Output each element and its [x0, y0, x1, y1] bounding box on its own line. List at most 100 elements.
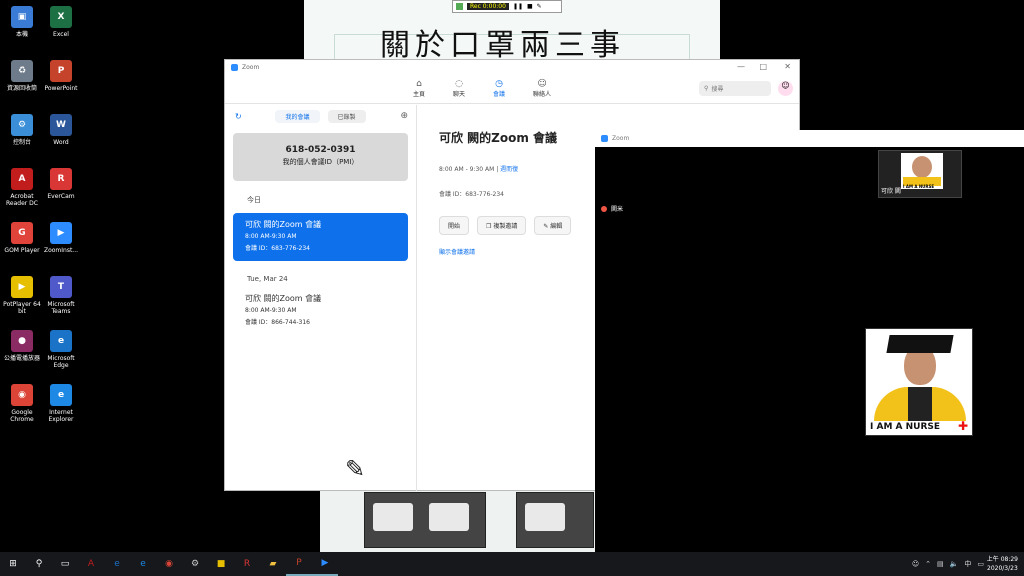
clock[interactable]: 上午 08:29 2020/3/23 — [987, 555, 1018, 573]
pen-icon[interactable]: ✎ — [537, 3, 542, 10]
desktop-icon[interactable]: ▶ PotPlayer 64 bit — [0, 276, 44, 315]
mask-photo — [516, 492, 594, 548]
recording-timer: Rec 0:00:00 — [467, 3, 509, 10]
desktop-icon[interactable]: ● 公播電播放器 — [0, 330, 44, 362]
desktop-icon[interactable]: G GOM Player — [0, 222, 44, 254]
chevron-up-icon[interactable]: ⌃ — [925, 560, 931, 568]
desktop-icon[interactable]: X Excel — [39, 6, 83, 38]
stop-icon[interactable]: ■ — [527, 3, 533, 10]
taskbar-evercam[interactable]: R — [234, 552, 260, 576]
desktop-icon[interactable]: ◉ Google Chrome — [0, 384, 44, 423]
meeting-titlebar: Zoom — [595, 130, 1024, 147]
desktop-icon-label: Microsoft Edge — [47, 355, 75, 369]
taskbar-sticky[interactable]: ■ — [208, 552, 234, 576]
sidebar-header: ↻ 我的會議 已錄製 ⊕ — [225, 105, 416, 127]
tab-label: 會議 — [493, 91, 506, 98]
edit-label: 編輯 — [550, 223, 563, 230]
taskbar-chrome[interactable]: ◉ — [156, 552, 182, 576]
taskbar-acrobat[interactable]: A — [78, 552, 104, 576]
participant-name: 可欣 闕 — [881, 188, 901, 195]
start-button[interactable]: 開始 — [439, 216, 470, 235]
clock-icon: ◷ — [495, 79, 503, 89]
notification-icon[interactable]: ▭ — [977, 560, 984, 568]
desktop-icon[interactable]: T Microsoft Teams — [39, 276, 83, 315]
taskbar-zoom[interactable]: ▶ — [312, 552, 338, 576]
desktop-icon[interactable]: ▶ ZoomInst... — [39, 222, 83, 254]
desktop-icon[interactable]: W Word — [39, 114, 83, 146]
detail-recurring: 週而復 — [500, 166, 519, 173]
pmi-number: 618-052-0391 — [285, 145, 356, 155]
tab-label: 聯絡人 — [533, 91, 552, 98]
app-icon: ▶ — [11, 276, 33, 298]
meeting-item[interactable]: 可欣 闕的Zoom 會議 8:00 AM-9:30 AM 會議 ID：866-7… — [233, 287, 408, 335]
people-icon[interactable]: ☺ — [912, 560, 919, 568]
network-icon[interactable]: ▤ — [937, 560, 944, 568]
maximize-icon[interactable]: □ — [759, 62, 767, 71]
tab-home[interactable]: ⌂ 主頁 — [413, 74, 425, 103]
edit-button[interactable]: ✎ 編輯 — [534, 216, 572, 235]
search-placeholder: 搜尋 — [711, 86, 724, 93]
refresh-icon[interactable]: ↻ — [235, 112, 242, 121]
pmi-label: 我的個人會議ID（PMI） — [282, 158, 359, 166]
taskbar-settings[interactable]: ⚙ — [182, 552, 208, 576]
participant-thumbnail[interactable]: I AM A NURSE 可欣 闕 — [878, 150, 962, 198]
start-button[interactable]: ⊞ — [0, 552, 26, 576]
add-meeting-icon[interactable]: ⊕ — [400, 111, 408, 121]
pause-icon[interactable]: ❚❚ — [513, 3, 523, 10]
volume-icon[interactable]: 🔈 — [950, 560, 959, 568]
zoom-titlebar: Zoom — [225, 60, 799, 74]
search-icon: ⚲ — [704, 85, 709, 92]
record-status-icon — [456, 3, 463, 10]
tab-chat[interactable]: ◌ 聊天 — [453, 74, 465, 103]
pmi-card[interactable]: 618-052-0391 我的個人會議ID（PMI） — [233, 133, 408, 181]
avatar[interactable]: ☺ — [778, 81, 793, 96]
taskbar-ie[interactable]: e — [130, 552, 156, 576]
taskbar-explorer[interactable]: ▰ — [260, 552, 286, 576]
app-icon: X — [50, 6, 72, 28]
desktop-icon[interactable]: ♻ 資源回收筒 — [0, 60, 44, 92]
tab-upcoming[interactable]: 我的會議 — [275, 109, 320, 123]
copy-invite-button[interactable]: ❐ 複製邀請 — [477, 216, 527, 235]
clock-date: 2020/3/23 — [987, 565, 1018, 572]
day-label-date: Tue, Mar 24 — [247, 275, 288, 283]
desktop-icon-label: PotPlayer 64 bit — [3, 301, 41, 315]
desktop-icon[interactable]: ⚙ 控制台 — [0, 114, 44, 146]
app-icon: e — [50, 384, 72, 406]
desktop-icon[interactable]: ▣ 本機 — [0, 6, 44, 38]
task-view-button[interactable]: ▭ — [52, 552, 78, 576]
minimize-icon[interactable]: — — [737, 62, 745, 71]
desktop-icon[interactable]: e Microsoft Edge — [39, 330, 83, 369]
desktop-icon-label: PowerPoint — [44, 85, 78, 92]
zoom-meeting-window: Zoom I AM A NURSE 可欣 闕 闕米 I AM A NURSE ✚ — [595, 130, 1024, 560]
search-button[interactable]: ⚲ — [26, 552, 52, 576]
ime-icon[interactable]: 中 — [964, 559, 971, 569]
thumb-caption: I AM A NURSE — [903, 184, 935, 189]
desktop-icon-label: 公播電播放器 — [3, 355, 40, 362]
close-icon[interactable]: ✕ — [784, 62, 791, 71]
taskbar: ⊞ ⚲ ▭ Ae e ◉ ⚙ ■ R ▰ P ▶ ☺ ⌃ ▤ 🔈 中 ▭ 上午 08:29 2020/… — [0, 552, 1024, 576]
tab-recorded[interactable]: 已錄製 — [327, 109, 366, 123]
tab-clock[interactable]: ◷ 會議 — [493, 74, 505, 103]
desktop-icon-label: Excel — [53, 31, 69, 38]
search-input[interactable]: ⚲ 搜尋 — [699, 81, 771, 96]
app-icon: R — [50, 168, 72, 190]
meeting-id: 會議 ID：866-744-316 — [245, 319, 310, 326]
desktop-icon[interactable]: e Internet Explorer — [39, 384, 83, 423]
desktop-icon[interactable]: A Acrobat Reader DC — [0, 168, 44, 207]
contacts-icon: ☺ — [537, 79, 547, 89]
desktop-icon-label: Acrobat Reader DC — [6, 193, 38, 207]
recording-toolbar[interactable]: Rec 0:00:00 ❚❚ ■ ✎ — [452, 0, 562, 13]
active-speaker: 闕米 — [601, 204, 623, 213]
tab-contacts[interactable]: ☺ 聯絡人 — [533, 74, 551, 103]
chat-icon: ◌ — [455, 79, 463, 89]
desktop-icon-label: 本機 — [15, 31, 28, 38]
taskbar-powerpoint[interactable]: P — [286, 552, 312, 576]
clock-time: 上午 08:29 — [986, 556, 1018, 563]
app-icon: e — [50, 330, 72, 352]
taskbar-edge[interactable]: e — [104, 552, 130, 576]
mic-icon — [601, 205, 607, 212]
app-icon: ▣ — [11, 6, 33, 28]
desktop-icon[interactable]: P PowerPoint — [39, 60, 83, 92]
meeting-item-selected[interactable]: 可欣 闕的Zoom 會議 8:00 AM-9:30 AM 會議 ID：683-7… — [233, 213, 408, 261]
desktop-icon[interactable]: R EverCam — [39, 168, 83, 200]
